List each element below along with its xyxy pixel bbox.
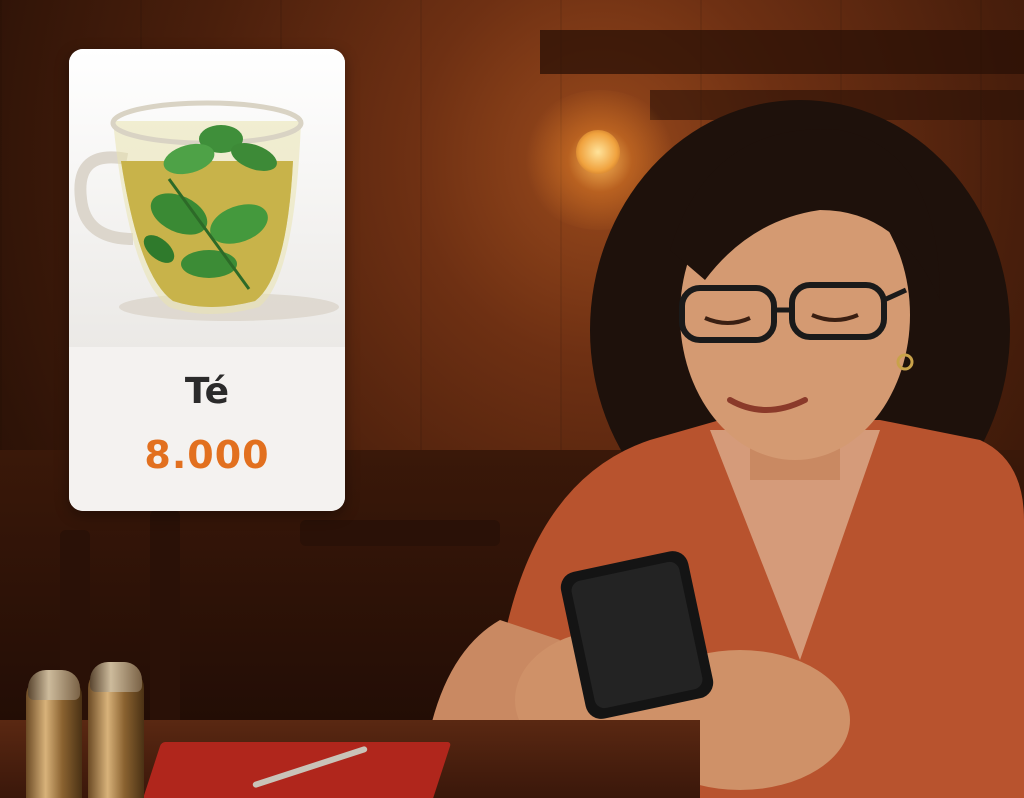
chair-back bbox=[150, 510, 180, 730]
menu-item-price: 8.000 bbox=[144, 433, 270, 477]
menu-item-info: Té 8.000 bbox=[69, 347, 345, 511]
mint-tea-glass-icon bbox=[74, 100, 339, 321]
salt-shaker-icon bbox=[26, 670, 82, 798]
menu-item-photo bbox=[69, 49, 345, 347]
menu-item-card[interactable]: Té 8.000 bbox=[69, 49, 345, 511]
woman-with-phone bbox=[420, 100, 1024, 798]
pepper-shaker-icon bbox=[88, 662, 144, 798]
menu-item-name: Té bbox=[184, 371, 230, 412]
ceiling-beam bbox=[540, 30, 1024, 74]
